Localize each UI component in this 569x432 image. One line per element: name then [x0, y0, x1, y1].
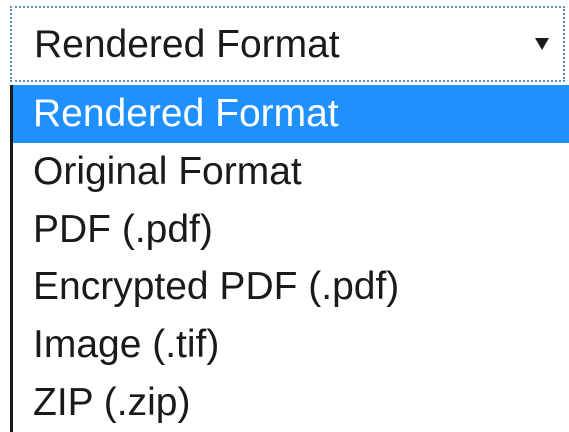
option-encrypted-pdf[interactable]: Encrypted PDF (.pdf) [13, 258, 569, 316]
format-select[interactable]: Rendered Format [10, 6, 565, 82]
format-options-list: Rendered Format Original Format PDF (.pd… [10, 85, 569, 432]
option-pdf[interactable]: PDF (.pdf) [13, 201, 569, 259]
option-zip[interactable]: ZIP (.zip) [13, 374, 569, 432]
option-image-tif[interactable]: Image (.tif) [13, 316, 569, 374]
option-rendered-format[interactable]: Rendered Format [13, 85, 569, 143]
triangle-down-icon [535, 38, 549, 50]
option-original-format[interactable]: Original Format [13, 143, 569, 201]
format-select-stage: Rendered Format Rendered Format Original… [0, 0, 569, 432]
select-current-value: Rendered Format [34, 23, 340, 66]
